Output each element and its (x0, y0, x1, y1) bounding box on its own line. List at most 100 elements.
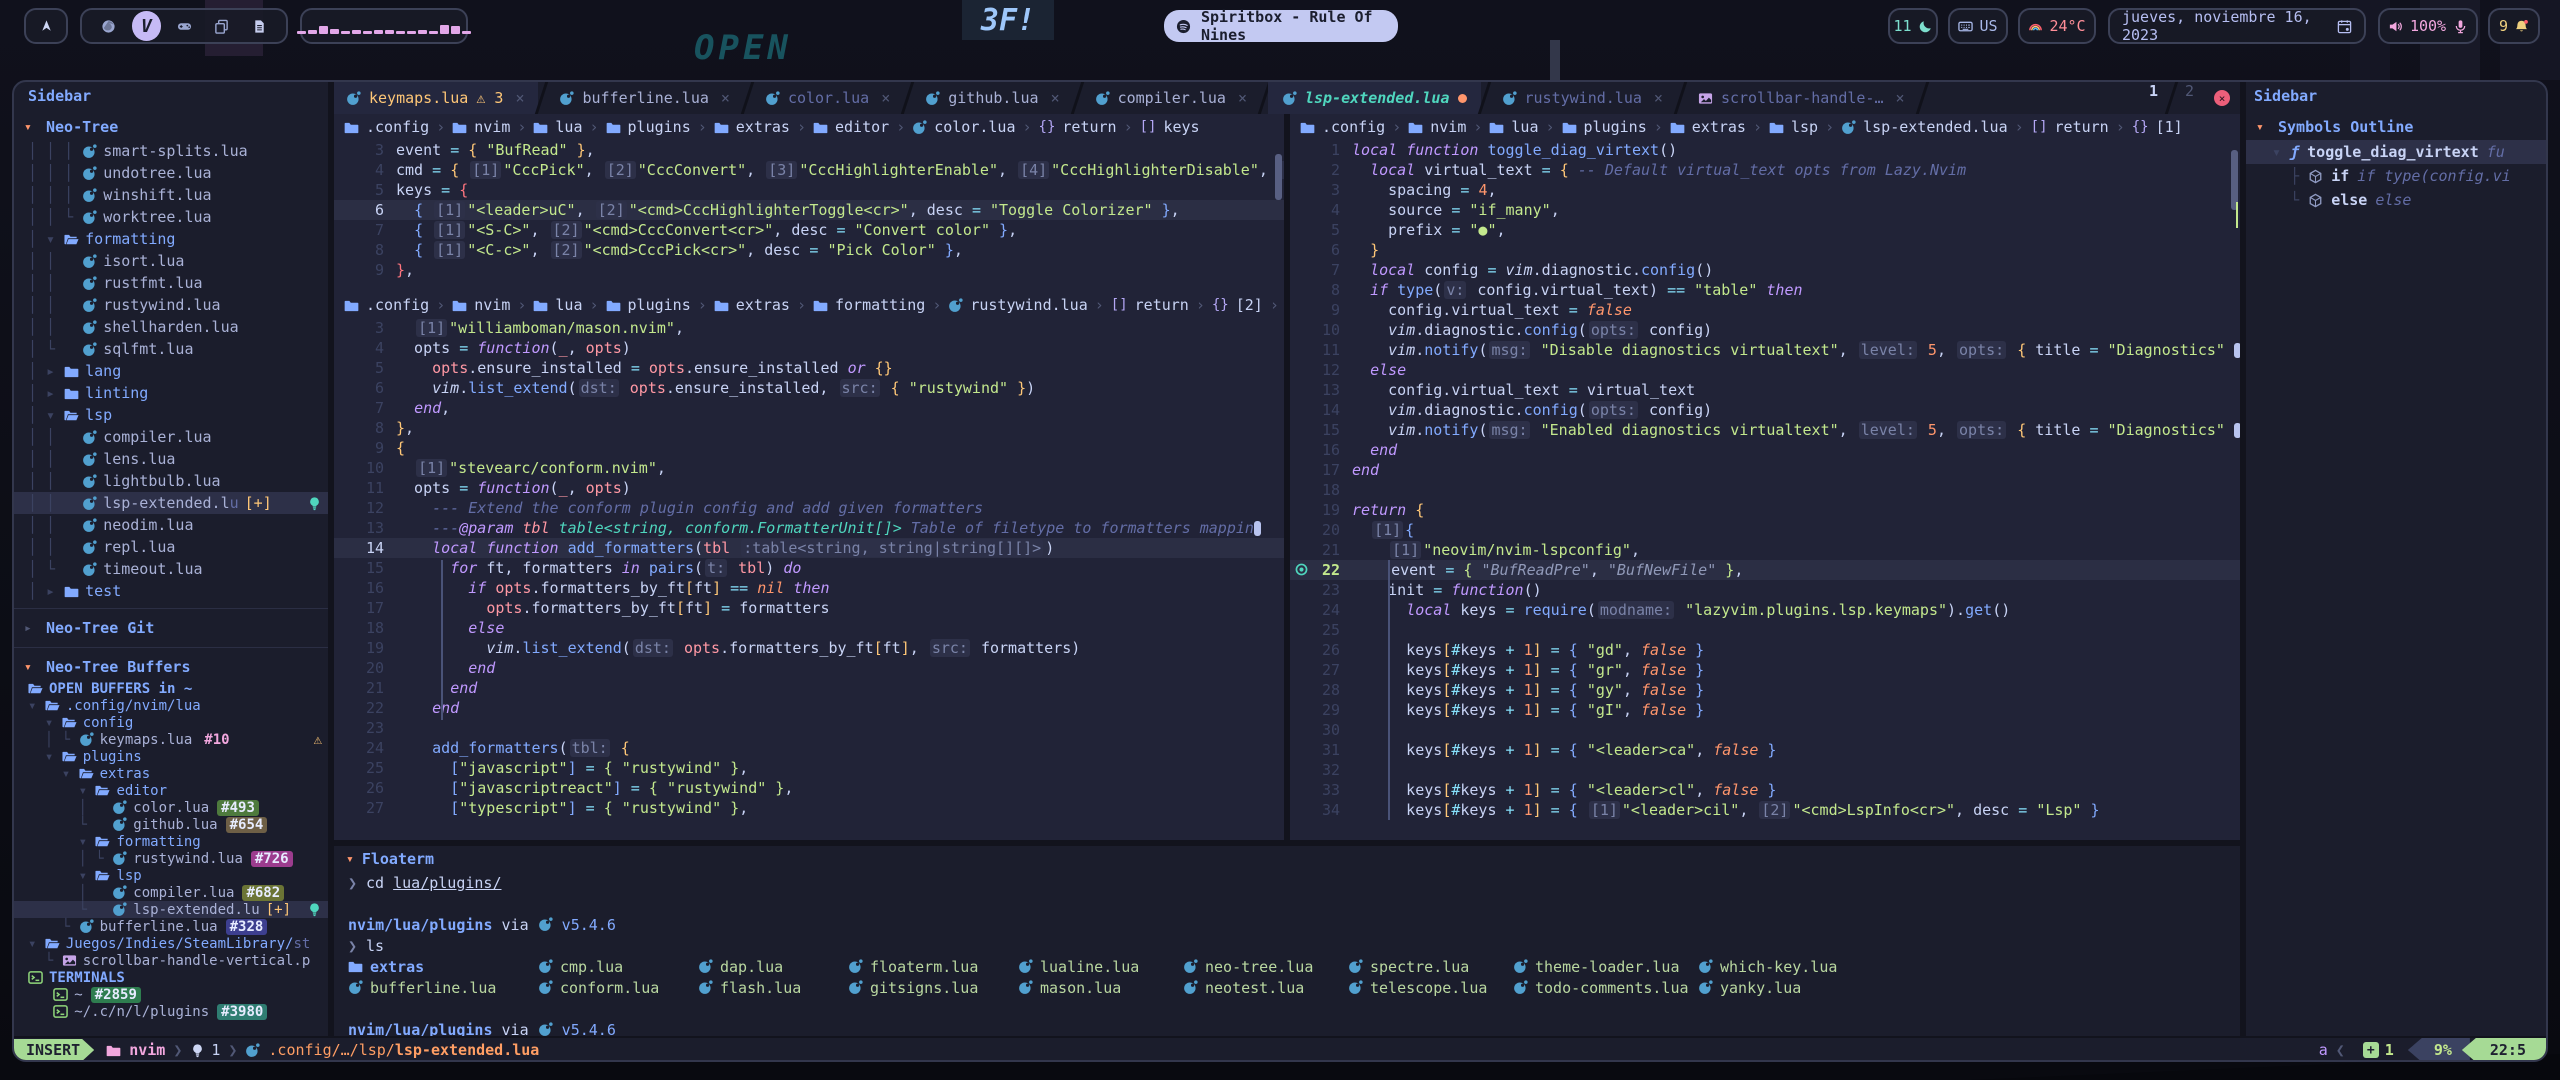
tree-item[interactable]: │ │ compiler.lua (14, 426, 328, 448)
tree-item[interactable]: │ └ timeout.lua (14, 558, 328, 580)
code-line[interactable]: 7 local config = vim.diagnostic.config() (1290, 260, 2240, 280)
tree-item[interactable]: │ │ lightbulb.lua (14, 470, 328, 492)
tree-item[interactable]: │ ▾ formatting (14, 228, 328, 250)
code-line[interactable]: 20 [1]{ (1290, 520, 2240, 540)
tree-item[interactable]: ▾ .config/nvim/lua (14, 697, 328, 714)
tab-keymaps-lua[interactable]: keymaps.lua⚠ 3× (332, 82, 538, 114)
code-line[interactable]: 32 (1290, 760, 2240, 780)
code-line[interactable]: 11 opts = function(_, opts) (334, 478, 1284, 498)
code-line[interactable]: 7 end, (334, 398, 1284, 418)
tree-item[interactable]: ▾ Juegos/Indies/SteamLibrary/st (14, 935, 328, 952)
code-line[interactable]: 6 { [1]"<leader>uC", [2]"<cmd>CccHighlig… (334, 200, 1284, 220)
tree-item[interactable]: │ └ keymaps.lua#10⚠ (14, 731, 328, 748)
tree-item[interactable]: │ └ rustywind.lua#726 (14, 850, 328, 867)
code-line[interactable]: 19 vim.list_extend(dst: opts.formatters_… (334, 638, 1284, 658)
tab-page-current[interactable]: 1 (2139, 82, 2168, 114)
code-line[interactable]: 8}, (334, 418, 1284, 438)
code-line[interactable]: 34 keys[#keys + 1] = { [1]"<leader>cil",… (1290, 800, 2240, 820)
tree-item[interactable]: └ lsp-extended.lu[+] (14, 901, 328, 918)
notifications-widget[interactable]: 9 (2488, 8, 2540, 44)
code-line[interactable]: 5 prefix = "●", (1290, 220, 2240, 240)
tree-item[interactable]: │ │ repl.lua (14, 536, 328, 558)
floaterm-header[interactable]: ▾Floaterm (334, 846, 2240, 872)
browser-app-button[interactable] (94, 11, 124, 41)
section-neo-tree[interactable]: ▾Neo-Tree (14, 114, 328, 140)
code-line[interactable]: 9{ (334, 438, 1284, 458)
code-line[interactable]: 23 init = function() (1290, 580, 2240, 600)
tab-close-icon[interactable]: × (721, 89, 730, 107)
code-line[interactable]: 4 source = "if_many", (1290, 200, 2240, 220)
code-line[interactable]: 4 opts = function(_, opts) (334, 338, 1284, 358)
code-line[interactable]: 10 vim.diagnostic.config(opts: config) (1290, 320, 2240, 340)
tab-close-icon[interactable]: × (1051, 89, 1060, 107)
tree-item[interactable]: │ ▸ lang (14, 360, 328, 382)
tree-item[interactable]: │ │ │ undotree.lua (14, 162, 328, 184)
code-line[interactable]: 15 for ft, formatters in pairs(t: tbl) d… (334, 558, 1284, 578)
code-line[interactable]: 20 end (334, 658, 1284, 678)
code-line[interactable]: 25 (1290, 620, 2240, 640)
launcher-button[interactable] (24, 8, 68, 44)
outline-item[interactable]: └ elseelse (2246, 188, 2546, 212)
code-line[interactable]: 23 (334, 718, 1284, 738)
code-line[interactable]: 10 [1]"stevearc/conform.nvim", (334, 458, 1284, 478)
tab-page-other[interactable]: 2 (2175, 82, 2204, 114)
code-line[interactable]: 24 add_formatters(tbl: { (334, 738, 1284, 758)
tree-item[interactable]: │ │ lens.lua (14, 448, 328, 470)
code-line[interactable]: 17end (1290, 460, 2240, 480)
tree-item[interactable]: ▾ plugins (14, 748, 328, 765)
code-line[interactable]: 17 opts.formatters_by_ft[ft] = formatter… (334, 598, 1284, 618)
scrollbar-handle[interactable] (2231, 150, 2238, 210)
code-line[interactable]: 21 [1]"neovim/nvim-lspconfig", (1290, 540, 2240, 560)
code-line[interactable]: 30 (1290, 720, 2240, 740)
tree-item[interactable]: └ scrollbar-handle-vertical.p (14, 952, 328, 969)
code-line[interactable]: 12 --- Extend the conform plugin config … (334, 498, 1284, 518)
code-line[interactable]: 7 { [1]"<S-C>", [2]"<cmd>CccConvert<cr>"… (334, 220, 1284, 240)
tab-close-icon[interactable]: × (881, 89, 890, 107)
tree-item[interactable]: │ │ │ winshift.lua (14, 184, 328, 206)
code-line[interactable]: 14 vim.diagnostic.config(opts: config) (1290, 400, 2240, 420)
tree-item[interactable]: │ color.lua#493 (14, 799, 328, 816)
code-line[interactable]: 8 if type(v: config.virtual_text) == "ta… (1290, 280, 2240, 300)
code-line[interactable]: 13 ---@param tbl table<string, conform.F… (334, 518, 1284, 538)
code-line[interactable]: 26 keys[#keys + 1] = { "gd", false } (1290, 640, 2240, 660)
notes-app-button[interactable] (244, 11, 274, 41)
code-line[interactable]: 11 vim.notify(msg: "Disable diagnostics … (1290, 340, 2240, 360)
code-line[interactable]: 27 keys[#keys + 1] = { "gr", false } (1290, 660, 2240, 680)
code-line[interactable]: 9 config.virtual_text = false (1290, 300, 2240, 320)
code-line[interactable]: 31 keys[#keys + 1] = { "<leader>ca", fal… (1290, 740, 2240, 760)
tab-lsp-extended-lua[interactable]: lsp-extended.lua (1268, 82, 1481, 114)
tabbar-close-button[interactable]: × (2214, 90, 2230, 106)
code-line[interactable]: 25 ["javascript"] = { "rustywind" }, (334, 758, 1284, 778)
tree-item[interactable]: │ │ neodim.lua (14, 514, 328, 536)
keyboard-layout-widget[interactable]: US (1948, 8, 2008, 44)
tree-item[interactable]: │ │ rustywind.lua (14, 294, 328, 316)
code-line[interactable]: 29 keys[#keys + 1] = { "gI", false } (1290, 700, 2240, 720)
tree-item[interactable]: │ │ rustfmt.lua (14, 272, 328, 294)
code-line[interactable]: 19return { (1290, 500, 2240, 520)
tab-color-lua[interactable]: color.lua× (751, 82, 904, 114)
neovim-app-button[interactable]: V (132, 11, 162, 41)
code-line[interactable]: 14 local function add_formatters(tbl :ta… (334, 538, 1284, 558)
code-line[interactable]: 6 } (1290, 240, 2240, 260)
code-line[interactable]: 3 [1]"williamboman/mason.nvim", (334, 318, 1284, 338)
tree-item[interactable]: └ bufferline.lua#328 (14, 918, 328, 935)
media-player-widget[interactable]: Spiritbox - Rule Of Nines (1164, 10, 1398, 42)
tab-close-icon[interactable]: × (515, 89, 524, 107)
code-line[interactable]: 9}, (334, 260, 1284, 280)
tree-item[interactable]: ▾ formatting (14, 833, 328, 850)
tab-bufferline-lua[interactable]: bufferline.lua× (545, 82, 743, 114)
code-line[interactable]: 13 config.virtual_text = virtual_text (1290, 380, 2240, 400)
tree-item[interactable]: ▾ extras (14, 765, 328, 782)
code-line[interactable]: 12 else (1290, 360, 2240, 380)
code-line[interactable]: 3event = { "BufRead" }, (334, 140, 1284, 160)
code-line[interactable]: 5keys = { (334, 180, 1284, 200)
code-line[interactable]: 8 { [1]"<C-c>", [2]"<cmd>CccPick<cr>", d… (334, 240, 1284, 260)
tree-item[interactable]: ~/.c/n/l/plugins#3980 (14, 1003, 328, 1020)
code-line[interactable]: 1local function toggle_diag_virtext() (1290, 140, 2240, 160)
scrollbar-handle[interactable] (1275, 154, 1282, 200)
tree-item[interactable]: │ │ └ worktree.lua (14, 206, 328, 228)
tree-item[interactable]: TERMINALS (14, 969, 328, 986)
tab-github-lua[interactable]: github.lua× (911, 82, 1073, 114)
date-widget[interactable]: jueves, noviembre 16, 2023 (2108, 8, 2366, 44)
tree-item[interactable]: └ github.lua#654 (14, 816, 328, 833)
